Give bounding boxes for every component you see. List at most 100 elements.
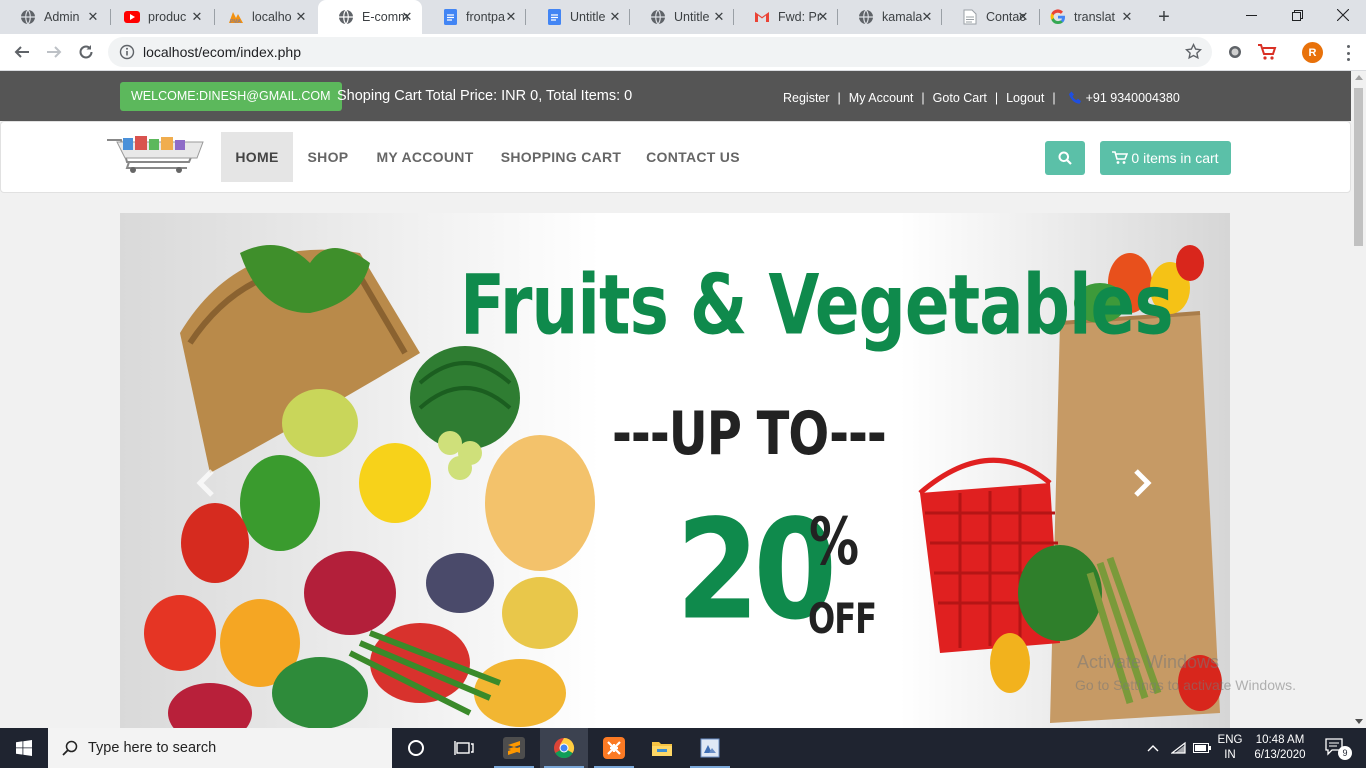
search-icon [1058, 151, 1072, 165]
phone-contact[interactable]: +91 9340004380 [1068, 90, 1180, 106]
browser-toolbar: localhost/ecom/index.php R [0, 34, 1366, 71]
nav-shopping-cart[interactable]: SHOPPING CART [495, 132, 627, 182]
close-icon[interactable]: ✕ [1120, 10, 1134, 24]
banner-headline: Fruits & Vegetables [460, 257, 1174, 354]
browser-tab-active[interactable]: E-comm ✕ [318, 0, 422, 34]
nav-contact-us[interactable]: CONTACT US [639, 132, 747, 182]
close-icon[interactable]: ✕ [400, 10, 414, 24]
cart-icon [1112, 151, 1129, 164]
action-center-button[interactable]: 9 [1318, 728, 1354, 768]
nav-shop[interactable]: SHOP [299, 132, 357, 182]
scroll-up-arrow-icon[interactable] [1355, 75, 1363, 80]
shopping-cart-logo-icon [107, 136, 204, 173]
search-button[interactable] [1045, 141, 1085, 175]
banner-off: OFF [808, 594, 877, 644]
browser-tab[interactable]: translat ✕ [1030, 0, 1142, 34]
cortana-button[interactable] [392, 728, 440, 768]
address-bar[interactable]: localhost/ecom/index.php [108, 37, 1212, 67]
browser-tab[interactable]: Contac ✕ [942, 0, 1038, 34]
chevron-left-icon [196, 469, 214, 497]
my-account-link[interactable]: My Account [849, 91, 914, 105]
link-separator: | [994, 91, 999, 105]
google-icon [1050, 9, 1066, 25]
image-app-icon [700, 738, 720, 758]
top-links: Register | My Account | Goto Cart | Logo… [783, 90, 1180, 106]
carousel-next-button[interactable] [1130, 468, 1154, 498]
close-icon[interactable]: ✕ [86, 10, 100, 24]
taskbar-xampp[interactable] [590, 728, 638, 768]
bookmark-star-icon[interactable] [1184, 42, 1203, 65]
page-viewport: WELCOME:DINESH@GMAIL.COM Shoping Cart To… [0, 71, 1351, 728]
close-window-button[interactable] [1320, 0, 1366, 30]
browser-tab[interactable]: kamala ✕ [838, 0, 942, 34]
close-icon[interactable]: ✕ [920, 10, 934, 24]
browser-tab[interactable]: frontpa ✕ [422, 0, 526, 34]
browser-menu-icon[interactable] [1340, 43, 1356, 63]
scroll-down-arrow-icon[interactable] [1355, 719, 1363, 724]
info-icon[interactable] [119, 44, 135, 65]
battery-tray-icon[interactable] [1190, 728, 1214, 768]
cart-button[interactable]: 0 items in cart [1100, 141, 1231, 175]
clock-date: 6/13/2020 [1254, 749, 1306, 761]
browser-tab[interactable]: Admin ✕ [0, 0, 108, 34]
extension-circle-icon[interactable] [1224, 41, 1246, 63]
forward-button[interactable] [40, 38, 68, 66]
chevron-up-icon [1147, 745, 1159, 752]
close-icon[interactable]: ✕ [504, 10, 518, 24]
youtube-icon [124, 9, 140, 25]
docs-icon [442, 9, 458, 25]
close-icon[interactable]: ✕ [712, 10, 726, 24]
taskbar-sublime-text[interactable] [490, 728, 538, 768]
clock[interactable]: 10:48 AM 6/13/2020 [1246, 728, 1314, 768]
taskbar-search-box[interactable]: Type here to search [48, 728, 392, 768]
close-icon[interactable]: ✕ [190, 10, 204, 24]
phpmyadmin-icon: PMA [228, 9, 244, 25]
close-icon[interactable]: ✕ [1016, 10, 1030, 24]
taskbar-file-explorer[interactable] [638, 728, 686, 768]
link-separator: | [921, 91, 925, 105]
cart-extension-icon[interactable] [1256, 41, 1278, 63]
back-button[interactable] [8, 38, 36, 66]
browser-tab[interactable]: Fwd: Pr ✕ [734, 0, 838, 34]
reload-button[interactable] [72, 38, 100, 66]
svg-text:PMA: PMA [230, 19, 242, 24]
phone-number: +91 9340004380 [1085, 91, 1180, 105]
close-icon[interactable]: ✕ [608, 10, 622, 24]
logout-link[interactable]: Logout [1006, 91, 1044, 105]
folder-icon [652, 742, 672, 756]
language-indicator[interactable]: ENG IN [1214, 728, 1246, 768]
goto-cart-link[interactable]: Goto Cart [933, 91, 987, 105]
activate-windows-subtitle: Go to Settings to activate Windows. [1075, 677, 1296, 693]
close-icon[interactable]: ✕ [816, 10, 830, 24]
phone-icon [1068, 91, 1081, 104]
taskbar-photo-app[interactable] [686, 728, 734, 768]
task-view-button[interactable] [440, 728, 488, 768]
page-scrollbar[interactable] [1351, 71, 1366, 728]
browser-tab[interactable]: Untitle ✕ [630, 0, 734, 34]
register-link[interactable]: Register [783, 91, 830, 105]
close-icon[interactable]: ✕ [294, 10, 308, 24]
nav-my-account[interactable]: MY ACCOUNT [369, 132, 481, 182]
network-tray-icon[interactable] [1168, 728, 1190, 768]
cart-summary: Shoping Cart Total Price: INR 0, Total I… [337, 88, 633, 104]
gmail-icon [754, 9, 770, 25]
profile-avatar[interactable]: R [1302, 42, 1323, 63]
globe-icon [20, 9, 36, 25]
taskbar-chrome[interactable] [540, 728, 588, 768]
document-icon [962, 9, 978, 25]
hero-carousel: Fruits & Vegetables ---UP TO--- 20 % OFF [120, 213, 1230, 728]
restore-button[interactable] [1274, 0, 1320, 30]
browser-tab[interactable]: produc ✕ [104, 0, 212, 34]
carousel-prev-button[interactable] [194, 468, 218, 498]
globe-icon [650, 9, 666, 25]
browser-tab[interactable]: PMA localho ✕ [208, 0, 316, 34]
start-button[interactable] [0, 728, 48, 768]
nav-home[interactable]: HOME [221, 132, 293, 182]
show-hidden-icons-button[interactable] [1144, 728, 1162, 768]
minimize-button[interactable] [1228, 0, 1274, 30]
browser-tab[interactable]: Untitle ✕ [526, 0, 630, 34]
new-tab-button[interactable]: + [1153, 6, 1175, 28]
scroll-thumb[interactable] [1354, 88, 1363, 246]
address-url[interactable]: localhost/ecom/index.php [143, 44, 301, 60]
shop-logo[interactable] [105, 134, 207, 174]
